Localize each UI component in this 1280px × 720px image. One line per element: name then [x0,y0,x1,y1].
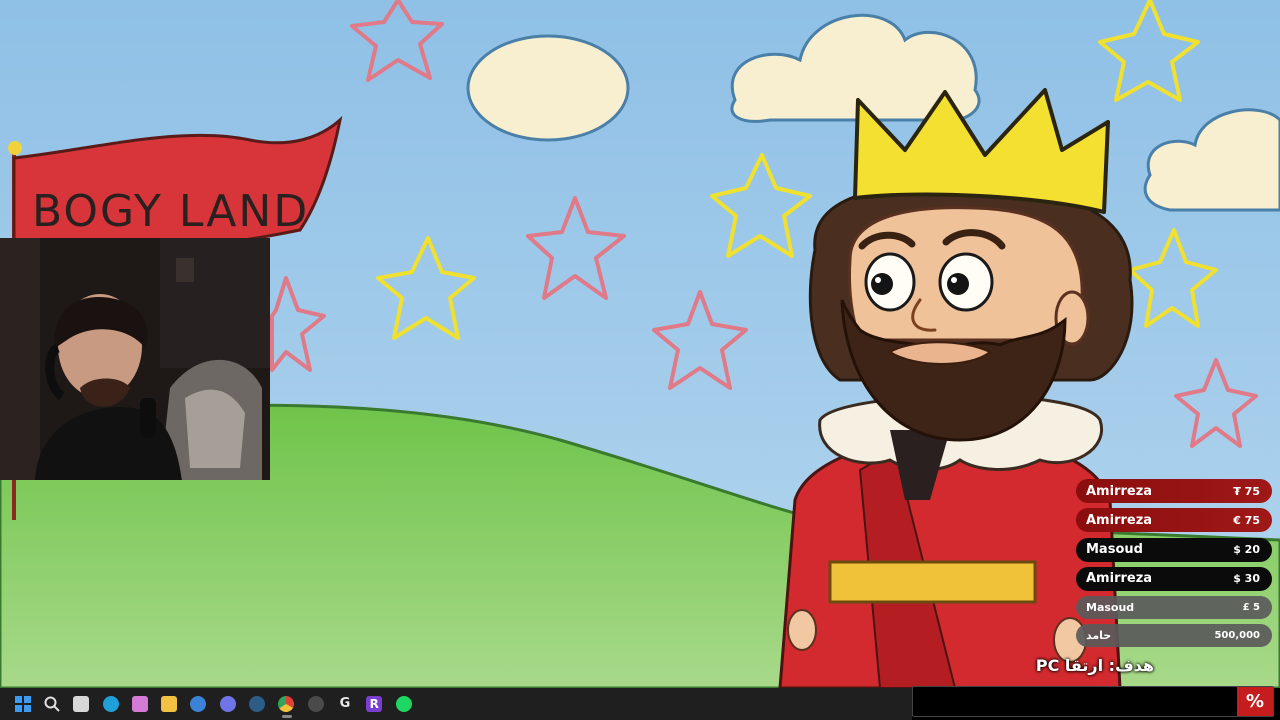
folder-icon [161,696,178,712]
donation-amount: $ 30 [1233,572,1260,586]
search-button[interactable] [37,688,66,720]
percent-icon: % [1237,687,1273,716]
task-view-button[interactable] [67,688,96,720]
webcam-overlay [0,238,270,480]
banner-title: BOGY LAND [32,186,309,237]
donation-amount: £ 5 [1242,602,1260,614]
file-explorer-button[interactable] [154,688,183,720]
donation-row: Amirreza € 75 [1076,508,1272,533]
search-icon [44,696,60,712]
flag-pole-top [8,141,22,155]
steam-button[interactable] [242,688,271,720]
chrome-button[interactable] [272,688,301,720]
copilot-icon [131,696,148,712]
donor-name: Amirreza [1086,512,1153,528]
cloud [466,34,630,142]
r-icon: R [366,696,383,712]
donor-name: حامد [1086,629,1112,643]
donation-row: Masoud £ 5 [1076,596,1272,620]
discord-icon [219,696,236,712]
donation-amount: ₮ 75 [1233,484,1260,498]
donation-amount: 500,000 [1214,630,1260,642]
donation-goal-label: هدف: ارتقا PC [1035,656,1154,675]
spotify-icon [395,696,412,712]
edge-button[interactable] [96,688,125,720]
spotify-button[interactable] [389,688,418,720]
obs-icon [307,696,324,712]
obs-button[interactable] [301,688,330,720]
task-view-icon [73,696,90,712]
donation-list: Amirreza ₮ 75 Amirreza € 75 Masoud $ 20 Amirre… [1076,479,1272,653]
donation-row: Amirreza ₮ 75 [1076,479,1272,503]
r-app-button[interactable]: R [360,688,389,720]
windows-logo-icon [14,696,31,712]
donor-name: Masoud [1086,542,1143,558]
vpn-app-button[interactable] [184,688,213,720]
taskbar: GR [0,688,912,720]
donation-row: Amirreza $ 30 [1076,566,1272,591]
donor-name: Amirreza [1086,571,1153,587]
donation-amount: $ 20 [1233,543,1260,557]
edge-icon [102,696,119,712]
chrome-icon [278,696,295,712]
donation-amount: € 75 [1233,513,1260,527]
donor-name: Masoud [1086,601,1135,615]
donor-name: Amirreza [1086,483,1153,499]
streamer-video [0,238,270,480]
start-button[interactable] [8,688,37,720]
compass-icon [190,696,207,712]
goal-progress-bar: % [912,686,1274,717]
donation-row: حامد 500,000 [1076,624,1272,648]
discord-button[interactable] [213,688,242,720]
steam-icon [249,696,266,712]
logitech-g-icon: G [339,696,351,711]
copilot-button[interactable] [125,688,154,720]
logitech-button[interactable]: G [330,688,359,720]
donation-row: Masoud $ 20 [1076,537,1272,562]
